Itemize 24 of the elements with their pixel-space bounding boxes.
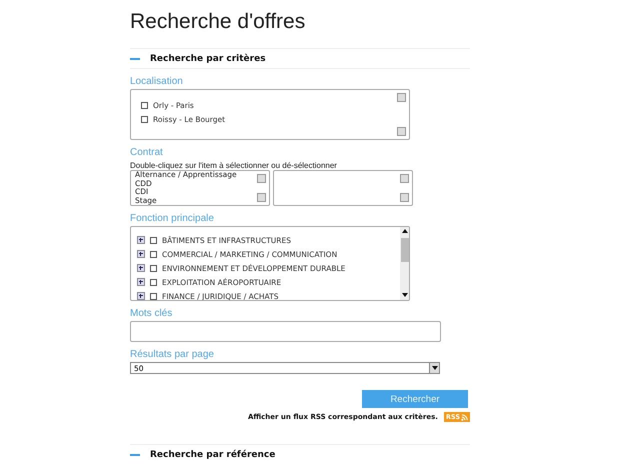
checkbox[interactable] <box>141 102 148 108</box>
field-label: Localisation <box>130 76 184 87</box>
keywords-field[interactable] <box>130 321 441 342</box>
expand-icon[interactable] <box>137 250 145 258</box>
dropdown-icon[interactable] <box>429 363 439 373</box>
field-label: Contrat <box>130 147 164 158</box>
checkbox[interactable] <box>141 116 148 122</box>
checkbox[interactable] <box>150 264 157 272</box>
section-header[interactable]: Recherche par critères <box>150 54 266 64</box>
expand-icon[interactable] <box>137 264 145 272</box>
expand-icon[interactable] <box>137 292 145 300</box>
checkbox[interactable] <box>150 250 157 258</box>
checkbox[interactable] <box>150 278 157 286</box>
scrollbar[interactable] <box>400 227 409 300</box>
section-header[interactable]: Recherche par référence <box>150 450 276 460</box>
field-label: Fonction principale <box>130 213 215 224</box>
hint-text: Double-cliquez sur l'item à sélectionner ou dé-sélectionner <box>130 161 338 170</box>
checkbox[interactable] <box>150 236 157 244</box>
page-title: Recherche d'offres <box>130 10 306 35</box>
field-label: Mots clés <box>130 308 174 319</box>
expand-icon[interactable] <box>137 236 145 244</box>
expand-icon[interactable] <box>137 278 145 286</box>
checkbox[interactable] <box>150 292 157 300</box>
field-label: Résultats par page <box>130 349 215 360</box>
